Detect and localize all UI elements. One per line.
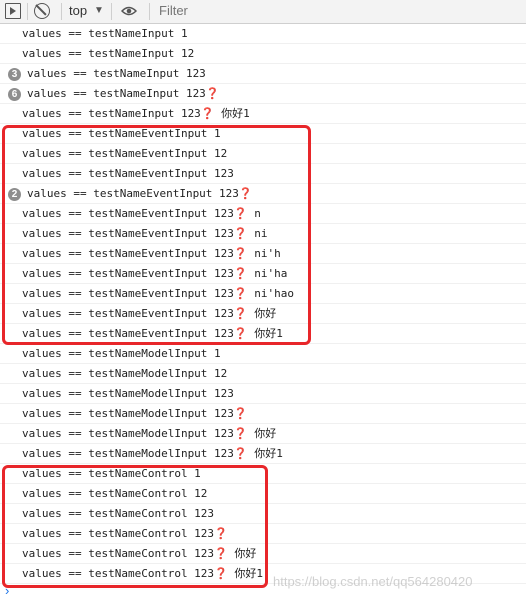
console-message-text: values == testNameInput 123 bbox=[27, 67, 206, 80]
chevron-down-icon[interactable]: ▼ bbox=[94, 3, 104, 19]
watermark-text: https://blog.csdn.net/qq564280420 bbox=[273, 574, 473, 589]
console-message-row: values == testNameModelInput 1 bbox=[0, 344, 526, 364]
console-message-text: values == testNameModelInput 1 bbox=[22, 347, 221, 360]
highlight-box-control bbox=[2, 465, 268, 588]
toolbar-divider bbox=[61, 3, 62, 20]
highlight-box-event-input bbox=[2, 125, 311, 345]
clear-console-icon[interactable] bbox=[34, 3, 50, 19]
console-message-text: values == testNameModelInput 123 bbox=[22, 387, 234, 400]
console-message-text: values == testNameModelInput 123❓ bbox=[22, 407, 248, 420]
console-message-row: values == testNameModelInput 123❓ 你好1 bbox=[0, 444, 526, 464]
repeat-count-badge: 6 bbox=[8, 88, 21, 101]
console-message-row: values == testNameModelInput 123 bbox=[0, 384, 526, 404]
console-message-text: values == testNameInput 123❓ 你好1 bbox=[22, 107, 250, 120]
filter-input[interactable]: Filter bbox=[159, 3, 188, 19]
console-message-row: values == testNameInput 123❓ 你好1 bbox=[0, 104, 526, 124]
toolbar-divider bbox=[27, 3, 28, 20]
repeat-count-badge: 3 bbox=[8, 68, 21, 81]
console-message-row: values == testNameModelInput 123❓ bbox=[0, 404, 526, 424]
console-message-row: values == testNameInput 1 bbox=[0, 24, 526, 44]
console-message-text: values == testNameModelInput 123❓ 你好 bbox=[22, 427, 277, 440]
toolbar-divider bbox=[111, 3, 112, 20]
console-message-row: values == testNameModelInput 123❓ 你好 bbox=[0, 424, 526, 444]
context-selector-label[interactable]: top bbox=[69, 3, 87, 19]
toggle-drawer-icon[interactable] bbox=[5, 3, 21, 19]
console-message-row: values == testNameInput 12 bbox=[0, 44, 526, 64]
console-message-text: values == testNameModelInput 123❓ 你好1 bbox=[22, 447, 283, 460]
console-prompt-icon[interactable]: › bbox=[5, 584, 9, 598]
console-message-text: values == testNameInput 12 bbox=[22, 47, 195, 60]
toolbar-divider bbox=[149, 3, 150, 20]
console-message-text: values == testNameModelInput 12 bbox=[22, 367, 228, 380]
console-message-text: values == testNameInput 123❓ bbox=[27, 87, 220, 100]
console-message-text: values == testNameInput 1 bbox=[22, 27, 188, 40]
console-toolbar: top ▼ Filter bbox=[0, 0, 526, 24]
console-message-row: 6 values == testNameInput 123❓ bbox=[0, 84, 526, 104]
console-message-row: values == testNameModelInput 12 bbox=[0, 364, 526, 384]
console-message-row: 3 values == testNameInput 123 bbox=[0, 64, 526, 84]
eye-icon[interactable] bbox=[121, 6, 137, 16]
